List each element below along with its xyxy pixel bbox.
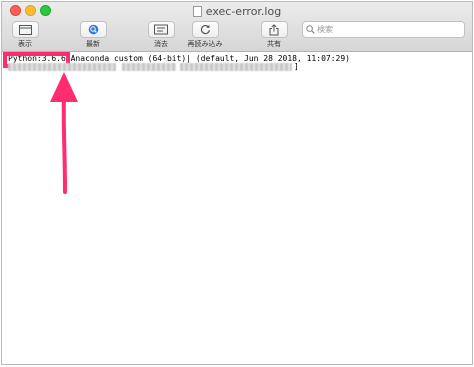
clear-button[interactable]: 消去 (141, 21, 181, 49)
search-input[interactable]: 検索 (302, 21, 465, 38)
share-icon (269, 23, 279, 35)
reload-button[interactable]: 再読み込み (185, 21, 225, 49)
clear-button-frame (147, 21, 175, 38)
magnifier-refresh-icon (88, 24, 98, 35)
share-button[interactable]: 共有 (254, 21, 294, 49)
annotation-arrow-icon (50, 72, 78, 194)
redacted-text (180, 63, 292, 71)
share-button-label: 共有 (267, 40, 281, 48)
reload-button-label: 再読み込み (187, 40, 223, 48)
refresh-button-frame (79, 21, 107, 38)
display-button-label: 表示 (18, 40, 32, 48)
document-icon (192, 6, 202, 17)
window-title: exec-error.log (2, 4, 472, 20)
clear-button-label: 消去 (154, 40, 168, 48)
reload-button-frame (191, 21, 219, 38)
search-placeholder: 検索 (317, 25, 333, 34)
clear-log-icon (154, 24, 168, 35)
refresh-button[interactable]: 最新 (73, 21, 113, 49)
log-line-2-end: ] (294, 62, 299, 71)
reload-icon (200, 24, 210, 35)
redacted-text (122, 63, 176, 71)
log-line-1-rest: Anaconda custom (64-bit)| (default, Jun … (65, 54, 350, 63)
log-content[interactable]: Python:3.6.6 Anaconda custom (64-bit)| (… (2, 52, 472, 364)
console-window: exec-error.log 表示 最新 消去 再読み込み 共有 検索 Pyth… (1, 1, 473, 365)
display-button[interactable]: 表示 (5, 21, 45, 49)
toolbar: exec-error.log 表示 最新 消去 再読み込み 共有 検索 (2, 2, 472, 52)
redacted-text (8, 63, 116, 71)
log-line-2: ] (8, 62, 299, 71)
sidebar-icon (18, 24, 32, 35)
search-icon (306, 25, 315, 34)
share-button-frame (260, 21, 288, 38)
display-button-frame (11, 21, 39, 38)
refresh-button-label: 最新 (86, 40, 100, 48)
window-title-text: exec-error.log (205, 5, 282, 18)
